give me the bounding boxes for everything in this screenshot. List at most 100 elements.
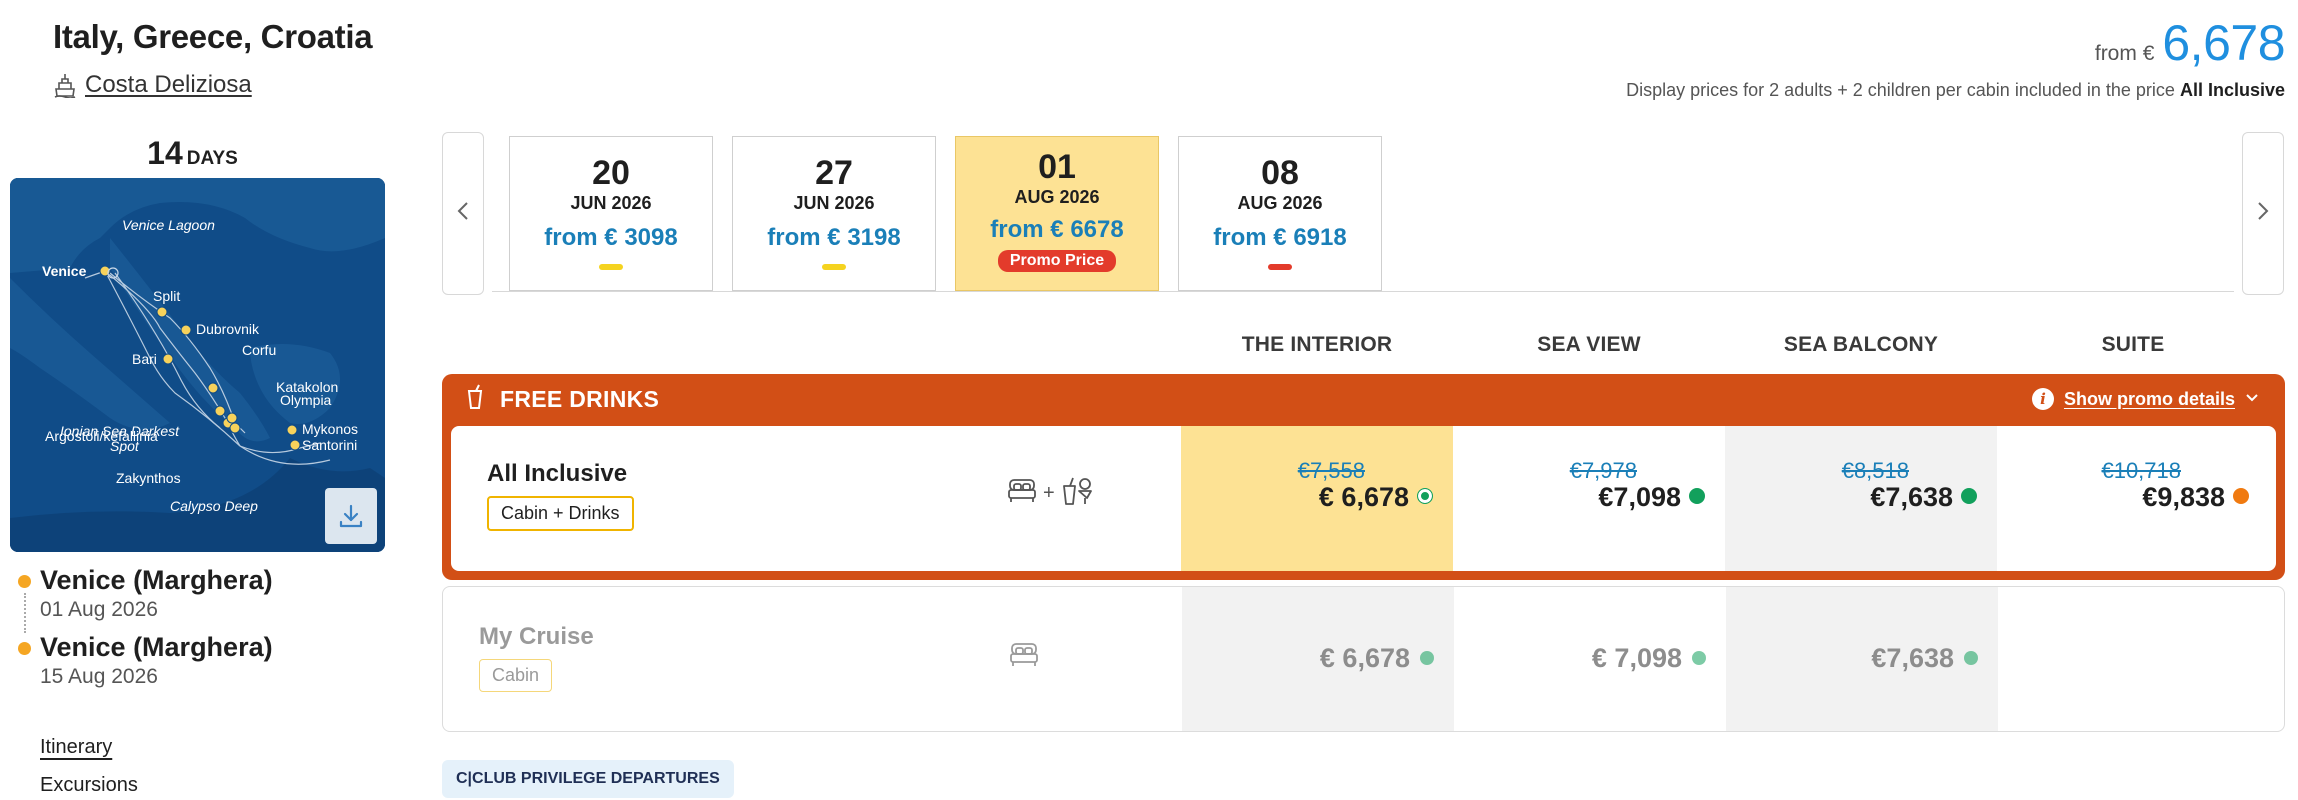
date-option[interactable]: 20 JUN 2026 from € 3098 bbox=[509, 136, 713, 291]
date-month: JUN 2026 bbox=[793, 193, 875, 213]
map-label-corfu: Corfu bbox=[242, 342, 276, 358]
embark-date: 01 Aug 2026 bbox=[40, 598, 158, 621]
disclaimer-bold: All Inclusive bbox=[2179, 80, 2285, 100]
disembark-date: 15 Aug 2026 bbox=[40, 665, 158, 688]
map-label-dubrovnik: Dubrovnik bbox=[196, 321, 260, 337]
date-option[interactable]: 08 AUG 2026 from € 6918 bbox=[1178, 136, 1382, 291]
date-price: from € 3098 bbox=[544, 224, 678, 251]
package-info: My Cruise Cabin bbox=[479, 623, 594, 692]
port-dot-icon bbox=[18, 575, 31, 588]
current-price: € 6,678 bbox=[1319, 643, 1410, 673]
old-price: €7,978 bbox=[1569, 458, 1637, 483]
package-includes: + bbox=[1007, 476, 1093, 511]
chevron-left-icon bbox=[456, 197, 470, 231]
package-name: My Cruise bbox=[479, 623, 594, 650]
days-number: 14 bbox=[147, 135, 183, 171]
promo-details-toggle[interactable]: i Show promo details bbox=[2031, 388, 2259, 410]
price-cell-sea-view[interactable]: €7,978 €7,098 bbox=[1453, 426, 1725, 571]
ship-icon bbox=[53, 72, 77, 98]
cruise-duration: 14 DAYS bbox=[10, 135, 375, 172]
current-price: €7,638 bbox=[1871, 643, 1954, 673]
bed-icon bbox=[1009, 641, 1039, 674]
old-price: €8,518 bbox=[1841, 458, 1909, 483]
plus-sign: + bbox=[1043, 482, 1055, 504]
package-row-my-cruise: My Cruise Cabin € 6,678 € 7,098 €7,638 bbox=[442, 586, 2285, 732]
date-option-selected[interactable]: 01 AUG 2026 from € 6678 Promo Price bbox=[955, 136, 1159, 291]
price-cell-suite[interactable]: €10,718 €9,838 bbox=[1997, 426, 2269, 571]
date-strip-divider bbox=[492, 291, 2234, 292]
current-price: €9,838 bbox=[2142, 482, 2225, 512]
promo-details-link[interactable]: Show promo details bbox=[2064, 389, 2235, 410]
map-label-split: Split bbox=[153, 288, 180, 304]
disembark-port: Venice (Marghera) 15 Aug 2026 bbox=[18, 632, 273, 689]
current-price: €7,098 bbox=[1598, 482, 1681, 512]
days-unit: DAYS bbox=[186, 148, 238, 169]
map-label-argostoli: Argostoli/kefallinia bbox=[45, 428, 158, 444]
package-tag: Cabin + Drinks bbox=[487, 496, 634, 531]
excursions-link[interactable]: Excursions bbox=[40, 774, 138, 797]
availability-indicator bbox=[599, 264, 623, 270]
dates-next-button[interactable] bbox=[2242, 132, 2284, 295]
current-price: € 6,678 bbox=[1318, 482, 1409, 512]
map-label-calypso: Calypso Deep bbox=[170, 498, 258, 514]
map-label-mykonos: Mykonos bbox=[302, 421, 358, 437]
price-cell-sea-balcony[interactable]: €7,638 bbox=[1726, 587, 1998, 731]
package-info: All Inclusive Cabin + Drinks bbox=[487, 460, 634, 531]
club-privilege-badge: C|CLUB PRIVILEGE DEPARTURES bbox=[442, 760, 734, 798]
map-label-zakynthos: Zakynthos bbox=[116, 470, 181, 486]
embark-port: Venice (Marghera) 01 Aug 2026 bbox=[18, 565, 273, 622]
date-option[interactable]: 27 JUN 2026 from € 3198 bbox=[732, 136, 936, 291]
map-label-bari: Bari bbox=[132, 351, 157, 367]
package-row-all-inclusive: All Inclusive Cabin + Drinks + €7,558 € … bbox=[451, 426, 2276, 571]
drink-cup-icon bbox=[466, 384, 484, 415]
map-label-venice: Venice bbox=[42, 263, 87, 279]
availability-dot bbox=[1961, 488, 1977, 504]
old-price: €7,558 bbox=[1297, 458, 1365, 483]
disembark-port-name: Venice (Marghera) bbox=[40, 632, 273, 662]
map-download-button[interactable] bbox=[325, 488, 377, 544]
availability-dot bbox=[1689, 488, 1705, 504]
price-disclaimer: Display prices for 2 adults + 2 children… bbox=[1626, 80, 2285, 101]
chevron-right-icon bbox=[2256, 197, 2270, 231]
date-month: AUG 2026 bbox=[1237, 193, 1323, 213]
ship-link[interactable]: Costa Deliziosa bbox=[53, 71, 252, 99]
old-price: €10,718 bbox=[2101, 458, 2181, 483]
page-title: Italy, Greece, Croatia bbox=[53, 18, 373, 55]
current-price: €7,638 bbox=[1870, 482, 1953, 512]
price-cell-sea-balcony[interactable]: €8,518 €7,638 bbox=[1725, 426, 1997, 571]
date-day: 08 bbox=[1261, 154, 1299, 192]
date-day: 27 bbox=[815, 154, 853, 192]
chevron-down-icon bbox=[2245, 390, 2259, 408]
date-day: 01 bbox=[1038, 148, 1076, 186]
availability-dot bbox=[2233, 488, 2249, 504]
price-from: from € 6,678 bbox=[2095, 14, 2286, 72]
promo-price-badge: Promo Price bbox=[997, 250, 1117, 272]
map-label-santorini: Santorini bbox=[302, 437, 357, 453]
package-includes bbox=[1009, 641, 1039, 674]
price-from-value: 6,678 bbox=[2162, 15, 2285, 71]
disclaimer-text: Display prices for 2 adults + 2 children… bbox=[1626, 80, 2175, 100]
availability-dot bbox=[1417, 488, 1433, 504]
price-cell-interior[interactable]: € 6,678 bbox=[1182, 587, 1454, 731]
availability-dot bbox=[1964, 651, 1978, 665]
cabin-header-suite: SUITE bbox=[2101, 333, 2165, 356]
itinerary-link[interactable]: Itinerary bbox=[40, 736, 112, 759]
port-dot-icon bbox=[18, 642, 31, 655]
cabin-header-sea-view: SEA VIEW bbox=[1537, 333, 1641, 356]
package-tag: Cabin bbox=[479, 659, 553, 692]
map-label-venice-lagoon: Venice Lagoon bbox=[122, 217, 215, 233]
dates-prev-button[interactable] bbox=[442, 132, 484, 295]
drinks-icon bbox=[1061, 476, 1093, 511]
ship-name[interactable]: Costa Deliziosa bbox=[85, 71, 252, 99]
itinerary-map[interactable]: Venice Lagoon Ionian Sea Darkest Spot Ca… bbox=[10, 178, 385, 552]
info-icon: i bbox=[2031, 388, 2054, 410]
availability-dot bbox=[1692, 651, 1706, 665]
price-cell-sea-view[interactable]: € 7,098 bbox=[1454, 587, 1726, 731]
current-price: € 7,098 bbox=[1591, 643, 1682, 673]
price-cell-interior[interactable]: €7,558 € 6,678 bbox=[1181, 426, 1453, 571]
availability-dot bbox=[1420, 651, 1434, 665]
promo-title: FREE DRINKS bbox=[500, 385, 660, 412]
availability-indicator bbox=[1268, 264, 1292, 270]
date-price: from € 6678 bbox=[990, 216, 1124, 243]
bed-icon bbox=[1007, 477, 1037, 510]
